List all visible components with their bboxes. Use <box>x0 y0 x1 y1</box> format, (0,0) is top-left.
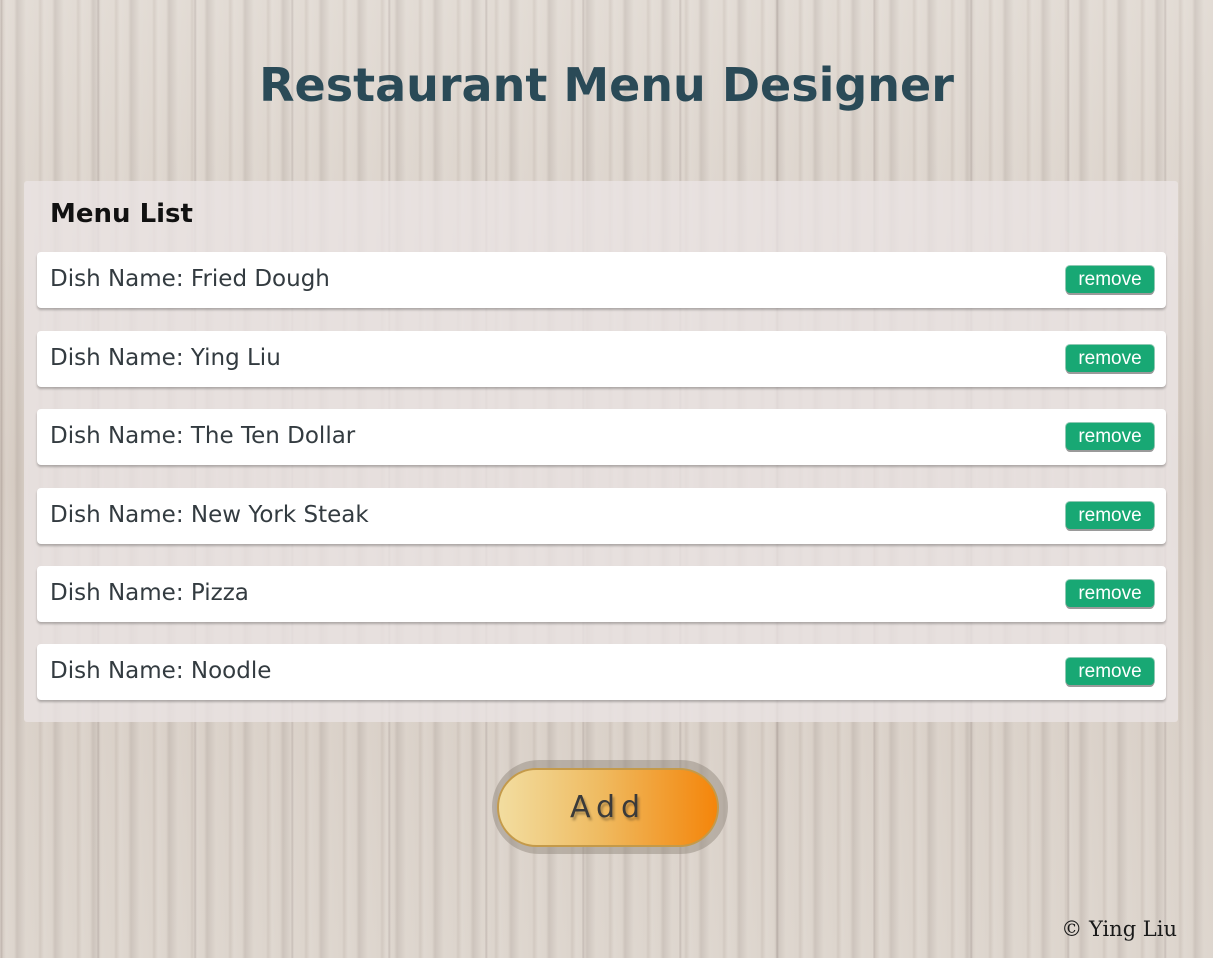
dish-name-label: Dish Name: Ying Liu <box>50 345 281 371</box>
dish-row: Dish Name: The Ten Dollar remove <box>37 409 1166 465</box>
page-title: Restaurant Menu Designer <box>259 58 954 112</box>
dish-name-label: Dish Name: Noodle <box>50 658 272 684</box>
add-dish-button[interactable]: Add <box>497 768 719 847</box>
dish-name-label: Dish Name: Pizza <box>50 580 249 606</box>
dish-name-label: Dish Name: Fried Dough <box>50 266 330 292</box>
dish-row: Dish Name: Ying Liu remove <box>37 331 1166 387</box>
remove-button[interactable]: remove <box>1066 423 1154 450</box>
dish-row: Dish Name: New York Steak remove <box>37 488 1166 544</box>
dish-row: Dish Name: Noodle remove <box>37 644 1166 700</box>
dish-name-label: Dish Name: New York Steak <box>50 502 369 528</box>
remove-button[interactable]: remove <box>1066 345 1154 372</box>
copyright-notice: © Ying Liu <box>1061 917 1177 941</box>
remove-button[interactable]: remove <box>1066 658 1154 685</box>
dish-name-label: Dish Name: The Ten Dollar <box>50 423 356 449</box>
menu-list-heading: Menu List <box>50 199 193 229</box>
remove-button[interactable]: remove <box>1066 502 1154 529</box>
menu-list-panel: Menu List Dish Name: Fried Dough remove … <box>24 181 1178 722</box>
remove-button[interactable]: remove <box>1066 580 1154 607</box>
dish-row: Dish Name: Fried Dough remove <box>37 252 1166 308</box>
dish-row: Dish Name: Pizza remove <box>37 566 1166 622</box>
remove-button[interactable]: remove <box>1066 266 1154 293</box>
